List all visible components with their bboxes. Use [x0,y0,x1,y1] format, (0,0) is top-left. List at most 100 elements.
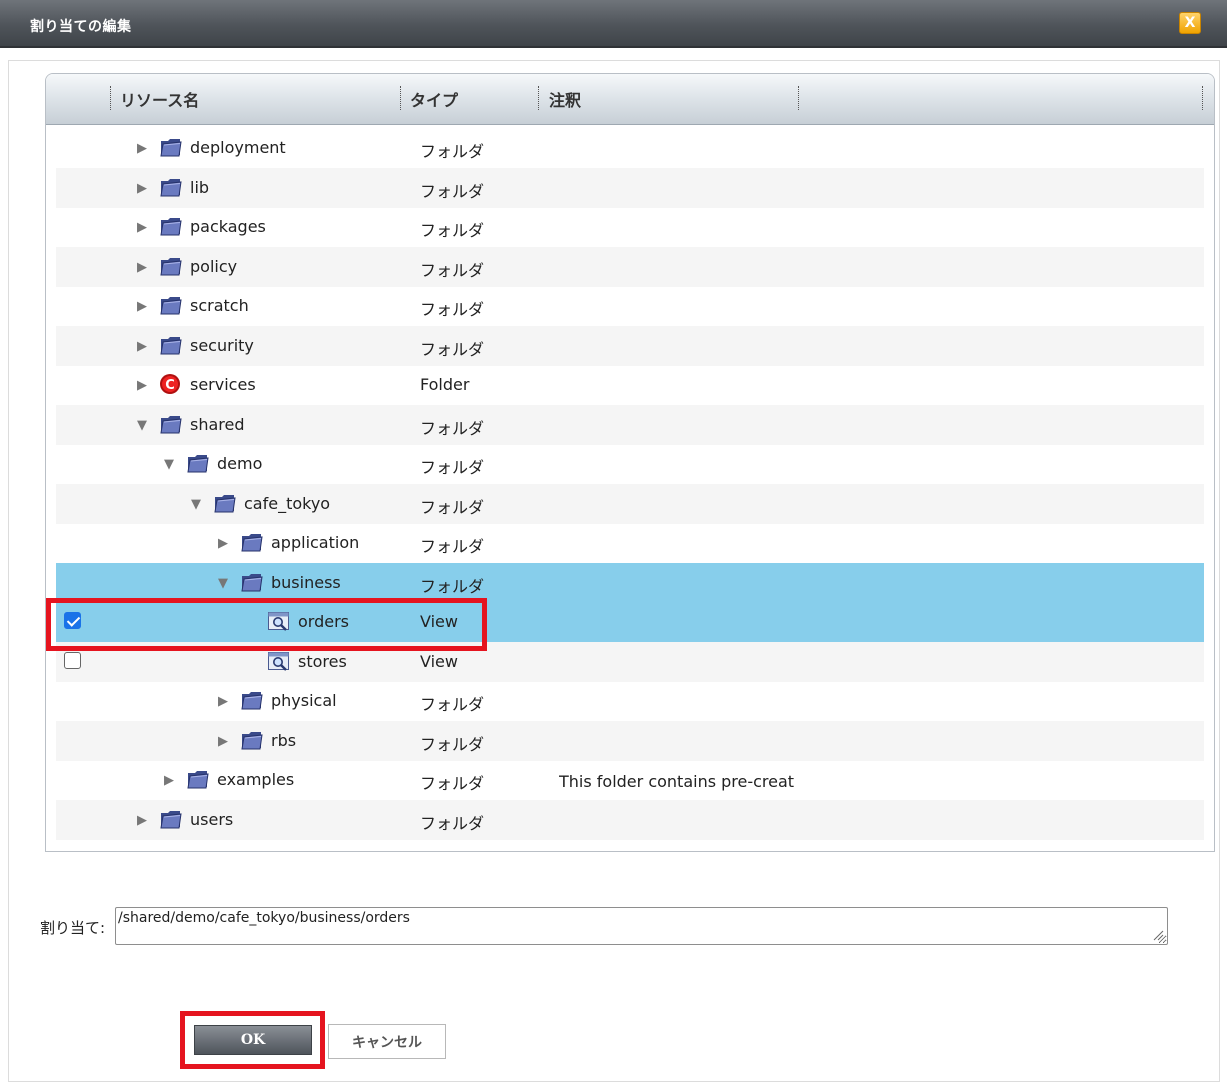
resource-type: フォルダ [420,419,485,438]
column-header-type[interactable]: タイプ [410,87,458,111]
resource-name[interactable]: policy [190,257,237,276]
table-row[interactable]: ▶ rbs フォルダ [56,721,1204,761]
dialog-title: 割り当ての編集 [30,19,132,35]
resource-name[interactable]: cafe_tokyo [244,494,330,513]
table-row[interactable]: ▶ lib フォルダ [56,168,1204,208]
resource-type: フォルダ [420,221,485,240]
expand-arrow-icon[interactable]: ▶ [135,813,149,828]
collapse-arrow-icon[interactable]: ▼ [189,497,203,512]
expand-arrow-icon[interactable]: ▶ [216,536,230,551]
resource-name[interactable]: examples [217,770,294,789]
resource-type: フォルダ [420,142,485,161]
table-row[interactable]: ▶ Cservices Folder [56,365,1204,405]
resource-name[interactable]: packages [190,217,266,236]
resource-name[interactable]: lib [190,178,209,197]
resource-type: フォルダ [420,814,485,833]
folder-icon [240,689,264,711]
table-row[interactable]: ▶ users フォルダ [56,800,1204,840]
column-separator[interactable] [798,86,799,110]
table-row[interactable]: ▶ physical フォルダ [56,681,1204,721]
expand-arrow-icon[interactable]: ▶ [135,339,149,354]
resource-grid: リソース名 タイプ 注釈 ▶ deployment フォルダ ▶ lib フォルダ ▶ pac… [45,73,1215,852]
resource-type: フォルダ [420,774,485,793]
grid-body: ▶ deployment フォルダ ▶ lib フォルダ ▶ packages フォルダ ▶ pol… [56,134,1204,842]
expand-arrow-icon[interactable]: ▶ [135,260,149,275]
resource-name[interactable]: shared [190,415,245,434]
resource-name[interactable]: rbs [271,731,296,750]
collapse-arrow-icon[interactable]: ▼ [135,418,149,433]
folder-icon [240,571,264,593]
cancel-button[interactable]: キャンセル [328,1024,446,1059]
table-row[interactable]: ▶ scratch フォルダ [56,286,1204,326]
expand-arrow-icon[interactable]: ▶ [135,378,149,393]
resource-note: This folder contains pre-creat [559,772,795,791]
folder-icon [159,215,183,237]
resource-name[interactable]: business [271,573,341,592]
resource-type: Folder [420,375,470,394]
column-separator[interactable] [400,86,401,110]
resource-type: View [420,652,458,671]
folder-icon [240,729,264,751]
table-row[interactable]: ▼ shared フォルダ [56,405,1204,445]
table-row[interactable]: ▶ application フォルダ [56,523,1204,563]
table-row[interactable]: ▶ security フォルダ [56,326,1204,366]
resource-name[interactable]: users [190,810,233,829]
dialog-titlebar: 割り当ての編集 X [0,0,1227,48]
resource-type: フォルダ [420,498,485,517]
collapse-arrow-icon[interactable]: ▼ [162,457,176,472]
highlight-selected-row [46,598,487,651]
table-row[interactable]: ▶ deployment フォルダ [56,134,1204,168]
folder-icon [159,294,183,316]
assign-path-field[interactable]: /shared/demo/cafe_tokyo/business/orders [115,907,1168,945]
folder-icon [159,136,183,158]
column-separator[interactable] [538,86,539,110]
folder-icon [186,452,210,474]
resource-name[interactable]: demo [217,454,262,473]
svg-text:C: C [165,378,175,393]
table-row[interactable]: ▼ business フォルダ [56,563,1204,603]
collapse-arrow-icon[interactable]: ▼ [216,576,230,591]
table-row[interactable]: ▼ demo フォルダ [56,444,1204,484]
column-header-note[interactable]: 注釈 [549,87,581,111]
table-row[interactable]: ▶ packages フォルダ [56,207,1204,247]
folder-icon [159,255,183,277]
resource-name[interactable]: application [271,533,359,552]
resource-type: フォルダ [420,458,485,477]
expand-arrow-icon[interactable]: ▶ [135,141,149,156]
expand-arrow-icon[interactable]: ▶ [135,220,149,235]
resize-grip-icon[interactable] [1152,929,1164,941]
resource-name[interactable]: services [190,375,256,394]
folder-icon [159,334,183,356]
resource-type: フォルダ [420,735,485,754]
view-icon [267,650,291,672]
resource-name[interactable]: security [190,336,254,355]
row-checkbox[interactable] [64,652,81,669]
resource-name[interactable]: scratch [190,296,249,315]
assign-label: 割り当て: [40,919,106,937]
resource-type: フォルダ [420,300,485,319]
resource-name[interactable]: stores [298,652,347,671]
column-separator[interactable] [110,86,111,110]
expand-arrow-icon[interactable]: ▶ [162,773,176,788]
folder-icon [159,413,183,435]
folder-icon [186,768,210,790]
resource-name[interactable]: deployment [190,138,286,157]
expand-arrow-icon[interactable]: ▶ [135,299,149,314]
column-separator[interactable] [1202,86,1203,110]
folder-icon [240,531,264,553]
folder-icon [159,808,183,830]
column-header-name[interactable]: リソース名 [120,87,199,111]
expand-arrow-icon[interactable]: ▶ [216,734,230,749]
resource-type: フォルダ [420,577,485,596]
table-row[interactable]: ▶ policy フォルダ [56,247,1204,287]
resource-name[interactable]: physical [271,691,337,710]
expand-arrow-icon[interactable]: ▶ [135,181,149,196]
resource-type: フォルダ [420,537,485,556]
resource-type: フォルダ [420,261,485,280]
resource-type: フォルダ [420,182,485,201]
table-row[interactable]: ▼ cafe_tokyo フォルダ [56,484,1204,524]
close-icon[interactable]: X [1179,12,1201,34]
expand-arrow-icon[interactable]: ▶ [216,694,230,709]
ok-button[interactable]: OK [194,1025,312,1055]
table-row[interactable]: ▶ examples フォルダ This folder contains pre-cr… [56,760,1204,800]
